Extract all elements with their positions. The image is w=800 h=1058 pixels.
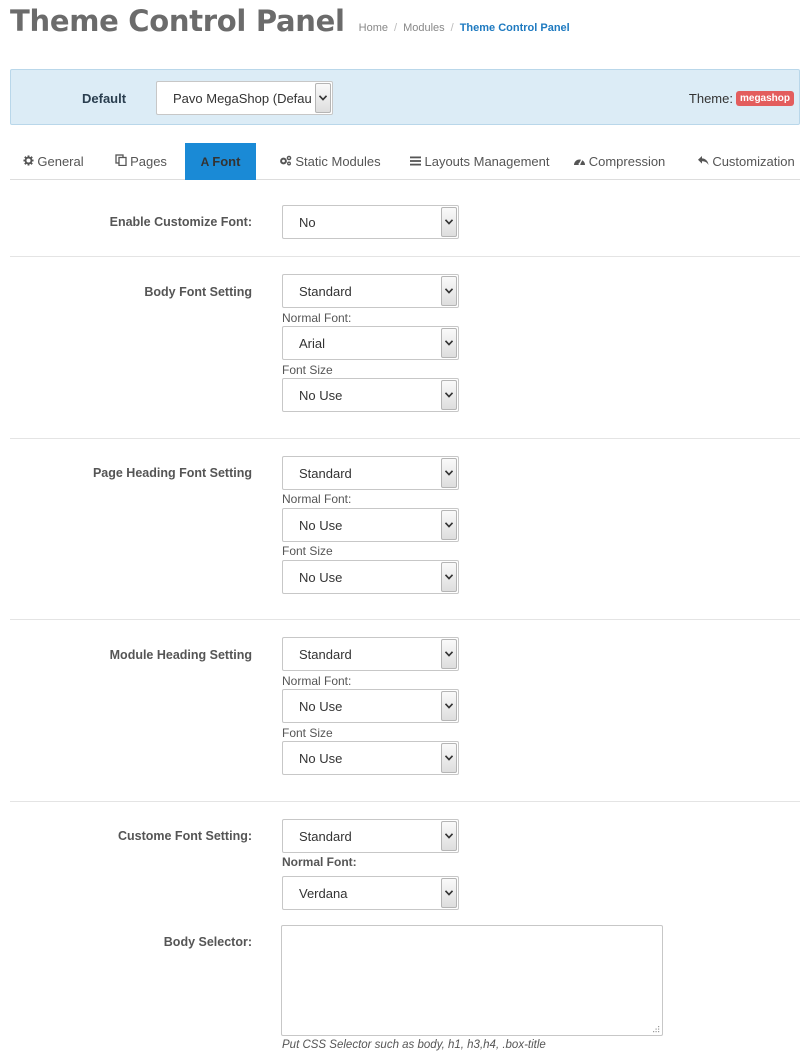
custom-normal-font-select[interactable]: Verdana [282, 876, 459, 910]
select-value: Standard [299, 465, 352, 481]
body-font-type-select[interactable]: Standard [282, 274, 459, 308]
page-heading-font-type-select[interactable]: Standard [282, 456, 459, 490]
body-selector-textarea[interactable] [281, 925, 663, 1036]
tab-label: Font [212, 154, 241, 169]
breadcrumb: Home / Modules / Theme Control Panel [359, 22, 570, 34]
chevron-down-icon [441, 276, 457, 306]
select-value: Standard [299, 646, 352, 662]
gear-icon [23, 154, 34, 169]
theme-indicator: Theme: megashop [689, 91, 794, 106]
select-value: No Use [299, 569, 343, 585]
custom-font-type-select[interactable]: Standard [282, 819, 459, 853]
page-heading-normal-font-label: Normal Font: [282, 492, 352, 506]
dashboard-icon [573, 155, 586, 169]
module-heading-normal-font-label: Normal Font: [282, 674, 352, 688]
tab-label: Static Modules [295, 154, 381, 169]
page-heading-font-size-label: Font Size [282, 544, 333, 558]
module-heading-font-size-label: Font Size [282, 726, 333, 740]
select-value: Verdana [299, 885, 348, 901]
bars-icon [410, 155, 422, 169]
enable-customize-font-select[interactable]: No [282, 205, 459, 239]
body-normal-font-label: Normal Font: [282, 311, 352, 325]
chevron-down-icon [441, 458, 457, 488]
select-value: No Use [299, 517, 343, 533]
select-value: No [299, 214, 316, 230]
body-selector-label: Body Selector: [163, 935, 252, 949]
chevron-down-icon [441, 328, 457, 358]
tab-bar: General Pages A Font Static Modules Layo… [10, 143, 800, 180]
select-value: No Use [299, 387, 343, 403]
tab-font[interactable]: A Font [185, 143, 256, 180]
tab-label: Pages [130, 154, 167, 169]
section-divider [10, 801, 800, 802]
breadcrumb-modules[interactable]: Modules [403, 22, 445, 34]
page-header: Theme Control Panel Home / Modules / The… [10, 4, 570, 52]
select-value: No Use [299, 698, 343, 714]
breadcrumb-separator: / [450, 22, 454, 34]
tab-label: Compression [588, 154, 666, 169]
body-font-size-select[interactable]: No Use [282, 378, 459, 412]
chevron-down-icon [441, 639, 457, 669]
chevron-down-icon [441, 510, 457, 540]
profile-bar: Default Pavo MegaShop (Defau Theme: mega… [10, 69, 800, 125]
font-icon: A [200, 154, 210, 169]
tab-label: Customization [712, 154, 795, 169]
breadcrumb-home[interactable]: Home [359, 22, 388, 34]
reply-icon [697, 155, 709, 169]
custom-normal-font-label: Normal Font: [282, 855, 357, 869]
body-selector-help-text: Put CSS Selector such as body, h1, h3,h4… [282, 1039, 546, 1051]
tab-static-modules[interactable]: Static Modules [263, 143, 397, 180]
profile-select[interactable]: Pavo MegaShop (Defau [156, 81, 333, 115]
breadcrumb-separator: / [394, 22, 398, 34]
body-normal-font-select[interactable]: Arial [282, 326, 459, 360]
resize-grip-icon[interactable] [652, 1025, 660, 1033]
page-title: Theme Control Panel [10, 4, 345, 38]
module-heading-font-type-select[interactable]: Standard [282, 637, 459, 671]
body-font-setting-label: Body Font Setting [144, 285, 252, 299]
tab-compression[interactable]: Compression [566, 143, 672, 180]
tab-pages[interactable]: Pages [100, 143, 182, 180]
page-heading-font-size-select[interactable]: No Use [282, 560, 459, 594]
body-font-size-label: Font Size [282, 363, 333, 377]
breadcrumb-current[interactable]: Theme Control Panel [460, 22, 570, 34]
section-divider [10, 256, 800, 257]
copy-icon [115, 154, 127, 169]
module-heading-normal-font-select[interactable]: No Use [282, 689, 459, 723]
module-heading-setting-label: Module Heading Setting [109, 648, 252, 662]
tab-general[interactable]: General [10, 143, 97, 180]
select-value: Standard [299, 828, 352, 844]
chevron-down-icon [441, 691, 457, 721]
select-value: Arial [299, 335, 326, 351]
custom-font-setting-label: Custome Font Setting: [117, 829, 252, 843]
cogs-icon [279, 155, 292, 169]
tab-customization[interactable]: Customization [692, 143, 800, 180]
profile-label: Default [82, 91, 127, 106]
theme-badge: megashop [735, 91, 794, 106]
chevron-down-icon [441, 562, 457, 592]
tab-layouts-management[interactable]: Layouts Management [400, 143, 560, 180]
tab-label: Layouts Management [424, 154, 550, 169]
section-divider [10, 438, 800, 439]
chevron-down-icon [441, 380, 457, 410]
select-value: Standard [299, 283, 352, 299]
profile-select-value: Pavo MegaShop (Defau [173, 90, 312, 106]
chevron-down-icon [441, 821, 457, 851]
chevron-down-icon [441, 207, 457, 237]
module-heading-font-size-select[interactable]: No Use [282, 741, 459, 775]
select-value: No Use [299, 750, 343, 766]
page-heading-font-setting-label: Page Heading Font Setting [92, 466, 252, 480]
chevron-down-icon [441, 878, 457, 908]
enable-customize-font-label: Enable Customize Font: [109, 215, 252, 229]
chevron-down-icon [441, 743, 457, 773]
theme-label: Theme: [688, 91, 733, 106]
tab-label: General [37, 154, 84, 169]
chevron-down-icon [315, 83, 331, 113]
page-heading-normal-font-select[interactable]: No Use [282, 508, 459, 542]
section-divider [10, 619, 800, 620]
